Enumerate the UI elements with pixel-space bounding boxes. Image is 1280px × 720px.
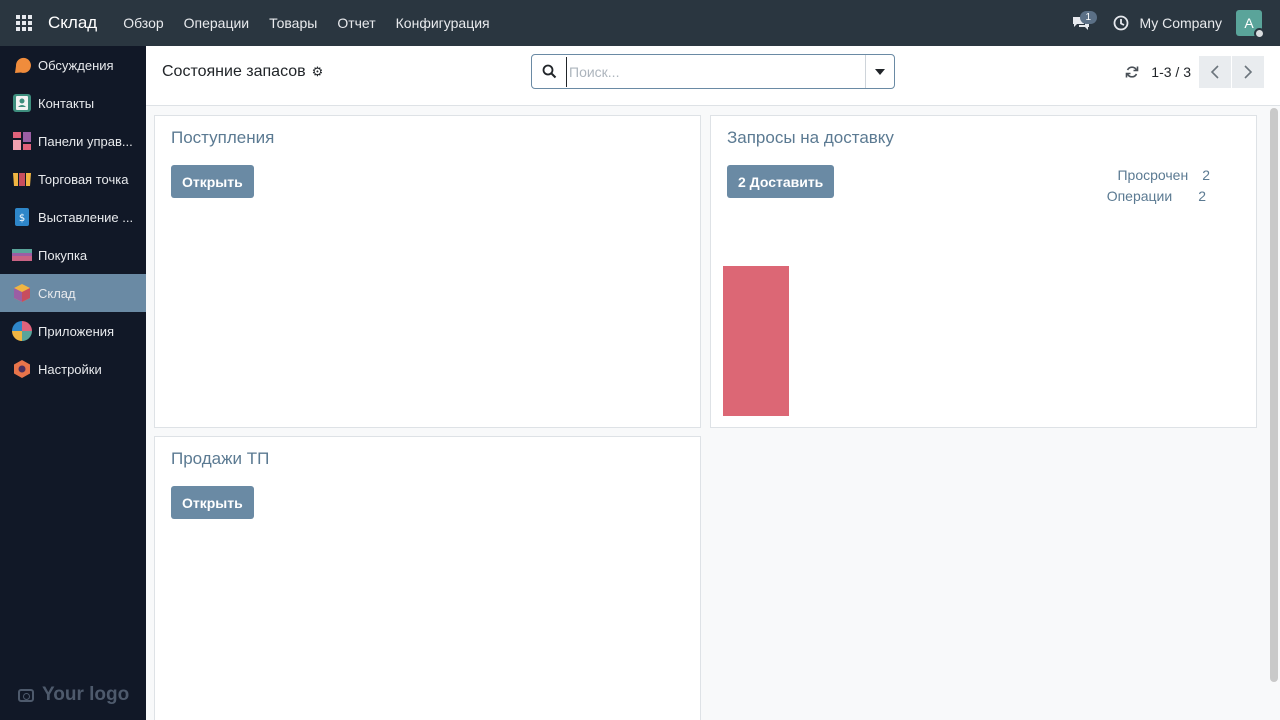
sidebar-item-inventory[interactable]: Склад — [0, 274, 146, 312]
menu-products[interactable]: Товары — [259, 0, 327, 46]
avatar-letter: A — [1244, 15, 1254, 31]
sidebar-item-settings[interactable]: Настройки — [0, 350, 146, 388]
page-title: Состояние запасов ⚙ — [162, 63, 323, 81]
stat-late[interactable]: Просрочен 2 — [1107, 164, 1210, 185]
menu-configuration[interactable]: Конфигурация — [386, 0, 500, 46]
kanban-card-receipts: Поступления Открыть — [154, 115, 701, 428]
menu-overview[interactable]: Обзор — [113, 0, 173, 46]
sidebar-item-label: Приложения — [38, 323, 115, 339]
dashboards-icon — [13, 132, 31, 150]
chevron-left-icon — [1210, 65, 1219, 79]
activity-clock-icon[interactable] — [1108, 0, 1134, 46]
svg-text:$: $ — [19, 213, 25, 224]
sidebar-item-contacts[interactable]: Контакты — [0, 84, 146, 122]
sidebar-item-dashboards[interactable]: Панели управ... — [0, 122, 146, 160]
top-navbar: Склад Обзор Операции Товары Отчет Конфиг… — [0, 0, 1280, 46]
chat-count-badge: 1 — [1079, 11, 1098, 24]
card-title[interactable]: Запросы на доставку — [727, 128, 894, 148]
open-pos-button[interactable]: Открыть — [171, 486, 254, 519]
sidebar: Обсуждения Контакты Панели управ... Торг… — [0, 46, 146, 720]
pager-previous-button[interactable] — [1199, 56, 1231, 88]
card-title[interactable]: Поступления — [171, 128, 274, 148]
sidebar-item-label: Выставление ... — [38, 209, 134, 225]
page-title-text: Состояние запасов — [162, 63, 306, 80]
chat-icon[interactable]: 1 — [1066, 0, 1098, 46]
kanban-card-delivery: Запросы на доставку 2 Доставить Просроче… — [710, 115, 1257, 428]
refresh-icon[interactable] — [1119, 56, 1145, 88]
pager-value[interactable]: 1-3 / 3 — [1151, 64, 1191, 80]
open-receipts-button[interactable]: Открыть — [171, 165, 254, 198]
sidebar-item-discuss[interactable]: Обсуждения — [0, 46, 146, 84]
sidebar-item-label: Панели управ... — [38, 133, 133, 149]
company-logo: Your logo — [18, 684, 129, 706]
stat-value: 2 — [1198, 187, 1206, 204]
contacts-icon — [13, 94, 31, 112]
menu-reporting[interactable]: Отчет — [327, 0, 385, 46]
apps-icon — [12, 321, 32, 341]
sidebar-item-label: Склад — [38, 285, 76, 301]
pager-next-button[interactable] — [1232, 56, 1264, 88]
sidebar-item-label: Настройки — [38, 361, 102, 377]
search-box — [531, 54, 895, 89]
point-of-sale-icon — [13, 173, 31, 186]
sidebar-item-label: Контакты — [38, 95, 95, 111]
control-panel: Состояние запасов ⚙ 1-3 / 3 — [146, 46, 1280, 106]
company-switcher[interactable]: My Company — [1140, 15, 1222, 31]
sidebar-item-invoicing[interactable]: $ Выставление ... — [0, 198, 146, 236]
to-deliver-button[interactable]: 2 Доставить — [727, 165, 835, 198]
stat-value: 2 — [1202, 166, 1210, 183]
chart-bar-0[interactable] — [723, 266, 789, 416]
search-options-toggle[interactable] — [865, 55, 894, 88]
sidebar-item-label: Покупка — [38, 247, 88, 263]
stat-label: Операции — [1106, 187, 1173, 204]
chevron-right-icon — [1244, 65, 1253, 79]
settings-icon — [14, 360, 30, 378]
user-avatar[interactable]: A — [1236, 10, 1265, 39]
sidebar-item-label: Торговая точка — [38, 171, 129, 187]
menu-operations[interactable]: Операции — [174, 0, 260, 46]
delivery-stats: Просрочен 2 Операции 2 — [1106, 164, 1210, 206]
kanban-card-pos-sales: Продажи ТП Открыть — [154, 436, 701, 720]
purchase-icon — [12, 249, 32, 261]
delivery-bar-chart — [723, 266, 789, 416]
sidebar-item-purchase[interactable]: Покупка — [0, 236, 146, 274]
stat-operations[interactable]: Операции 2 — [1106, 185, 1206, 206]
logo-text: Your logo — [42, 684, 130, 705]
search-input[interactable] — [566, 56, 865, 87]
discuss-icon — [15, 57, 31, 73]
invoicing-icon: $ — [15, 208, 29, 226]
user-status-icon — [1254, 28, 1265, 39]
sidebar-item-apps[interactable]: Приложения — [0, 312, 146, 350]
pager: 1-3 / 3 — [1119, 56, 1264, 88]
search-icon[interactable] — [532, 55, 566, 88]
sidebar-item-point-of-sale[interactable]: Торговая точка — [0, 160, 146, 198]
camera-icon — [18, 688, 34, 702]
gear-icon[interactable]: ⚙ — [312, 64, 324, 80]
app-brand[interactable]: Склад — [48, 13, 97, 33]
content-scrollbar[interactable] — [1270, 108, 1278, 682]
caret-down-icon — [875, 68, 885, 75]
inventory-icon — [14, 284, 30, 302]
kanban-view: Поступления Открыть Запросы на доставку … — [146, 106, 1268, 720]
sidebar-item-label: Обсуждения — [38, 57, 114, 73]
card-title[interactable]: Продажи ТП — [171, 449, 269, 469]
app-menu-icon[interactable] — [0, 0, 48, 46]
stat-label: Просрочен — [1117, 166, 1189, 183]
